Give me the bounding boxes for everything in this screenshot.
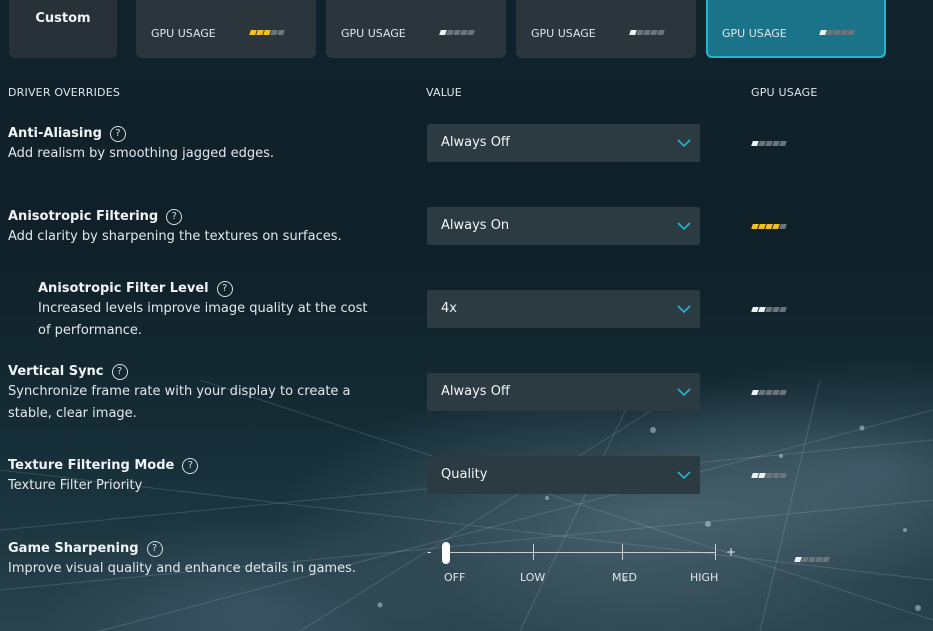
gpu-usage-meter bbox=[629, 30, 665, 35]
header-driver-overrides: DRIVER OVERRIDES bbox=[8, 86, 121, 99]
texture-filtering-mode-title: Texture Filtering Mode? bbox=[8, 458, 199, 474]
gpu-usage-label: GPU USAGE bbox=[722, 27, 787, 40]
anisotropic-filter-level-gpu-meter bbox=[751, 307, 787, 312]
anti-aliasing-title: Anti-Aliasing? bbox=[8, 126, 126, 142]
setting-title-text: Game Sharpening bbox=[8, 541, 139, 556]
anisotropic-filtering-description: Add clarity by sharpening the textures o… bbox=[8, 229, 342, 244]
chevron-down-icon bbox=[677, 471, 691, 480]
anisotropic-filtering-dropdown[interactable]: Always On bbox=[427, 207, 700, 245]
meter-segment bbox=[779, 390, 787, 395]
chevron-down-icon bbox=[677, 388, 691, 397]
help-icon[interactable]: ? bbox=[216, 281, 233, 297]
dropdown-value: Quality bbox=[441, 467, 488, 482]
preset-card-2[interactable]: GPU USAGE bbox=[326, 0, 506, 58]
setting-title-text: Texture Filtering Mode bbox=[8, 458, 175, 473]
help-icon[interactable]: ? bbox=[182, 458, 199, 474]
anisotropic-filter-level-dropdown[interactable]: 4x bbox=[427, 290, 700, 328]
header-value: VALUE bbox=[426, 86, 462, 99]
slider-track[interactable] bbox=[443, 552, 715, 553]
help-icon[interactable]: ? bbox=[109, 126, 126, 142]
anisotropic-filtering-title: Anisotropic Filtering? bbox=[8, 209, 183, 225]
slider-minus-label: - bbox=[427, 545, 432, 559]
slider-thumb[interactable] bbox=[442, 542, 450, 564]
slider-plus-label: + bbox=[726, 545, 737, 559]
game-sharpening-gpu-meter bbox=[794, 557, 830, 562]
slider-label-low: LOW bbox=[520, 571, 546, 584]
anti-aliasing-description: Add realism by smoothing jagged edges. bbox=[8, 146, 274, 161]
dropdown-value: 4x bbox=[441, 301, 457, 316]
game-sharpening-description: Improve visual quality and enhance detai… bbox=[8, 561, 356, 576]
slider-label-med: MED bbox=[612, 571, 637, 584]
preset-card-custom[interactable]: Custom bbox=[9, 0, 117, 58]
texture-filtering-mode-dropdown[interactable]: Quality bbox=[427, 456, 700, 494]
slider-tick-high bbox=[715, 544, 716, 560]
gpu-usage-meter bbox=[819, 30, 855, 35]
chevron-down-icon bbox=[677, 139, 691, 148]
help-icon[interactable]: ? bbox=[166, 209, 183, 225]
preset-card-1[interactable]: GPU USAGE bbox=[136, 0, 316, 58]
slider-label-off: OFF bbox=[444, 571, 466, 584]
gpu-usage-label: GPU USAGE bbox=[531, 27, 596, 40]
vertical-sync-gpu-meter bbox=[751, 390, 787, 395]
setting-title-text: Anisotropic Filter Level bbox=[38, 281, 209, 296]
dropdown-value: Always Off bbox=[441, 384, 510, 399]
dropdown-value: Always On bbox=[441, 218, 510, 233]
anisotropic-filter-level-title: Anisotropic Filter Level? bbox=[38, 281, 233, 297]
chevron-down-icon bbox=[677, 222, 691, 231]
help-icon[interactable]: ? bbox=[146, 541, 163, 557]
preset-card-3[interactable]: GPU USAGE bbox=[516, 0, 696, 58]
meter-segment bbox=[822, 557, 830, 562]
chevron-down-icon bbox=[677, 305, 691, 314]
meter-segment bbox=[277, 30, 285, 35]
help-icon[interactable]: ? bbox=[111, 364, 128, 380]
setting-title-text: Anti-Aliasing bbox=[8, 126, 102, 141]
setting-title-text: Anisotropic Filtering bbox=[8, 209, 159, 224]
preset-card-4-selected[interactable]: GPU USAGE bbox=[706, 0, 886, 58]
gpu-usage-label: GPU USAGE bbox=[151, 27, 216, 40]
vertical-sync-description: Synchronize frame rate with your display… bbox=[8, 384, 351, 421]
anti-aliasing-dropdown[interactable]: Always Off bbox=[427, 124, 700, 162]
texture-filtering-mode-description: Texture Filter Priority bbox=[8, 478, 143, 493]
setting-title-text: Vertical Sync bbox=[8, 364, 104, 379]
gpu-usage-meter bbox=[439, 30, 475, 35]
meter-segment bbox=[779, 141, 787, 146]
vertical-sync-title: Vertical Sync? bbox=[8, 364, 128, 380]
meter-segment bbox=[779, 224, 787, 229]
header-gpu-usage: GPU USAGE bbox=[751, 86, 818, 99]
anti-aliasing-gpu-meter bbox=[751, 141, 787, 146]
slider-tick-med bbox=[622, 544, 623, 560]
dropdown-value: Always Off bbox=[441, 135, 510, 150]
meter-segment bbox=[779, 473, 787, 478]
meter-segment bbox=[467, 30, 475, 35]
slider-label-high: HIGH bbox=[690, 571, 719, 584]
gpu-usage-label: GPU USAGE bbox=[341, 27, 406, 40]
preset-title: Custom bbox=[35, 11, 91, 26]
anisotropic-filter-level-description: Increased levels improve image quality a… bbox=[38, 301, 368, 338]
meter-segment bbox=[847, 30, 855, 35]
vertical-sync-dropdown[interactable]: Always Off bbox=[427, 373, 700, 411]
anisotropic-filtering-gpu-meter bbox=[751, 224, 787, 229]
gpu-usage-meter bbox=[249, 30, 285, 35]
meter-segment bbox=[779, 307, 787, 312]
texture-filtering-mode-gpu-meter bbox=[751, 473, 787, 478]
meter-segment bbox=[657, 30, 665, 35]
game-sharpening-title: Game Sharpening? bbox=[8, 541, 163, 557]
slider-tick-low bbox=[533, 544, 534, 560]
